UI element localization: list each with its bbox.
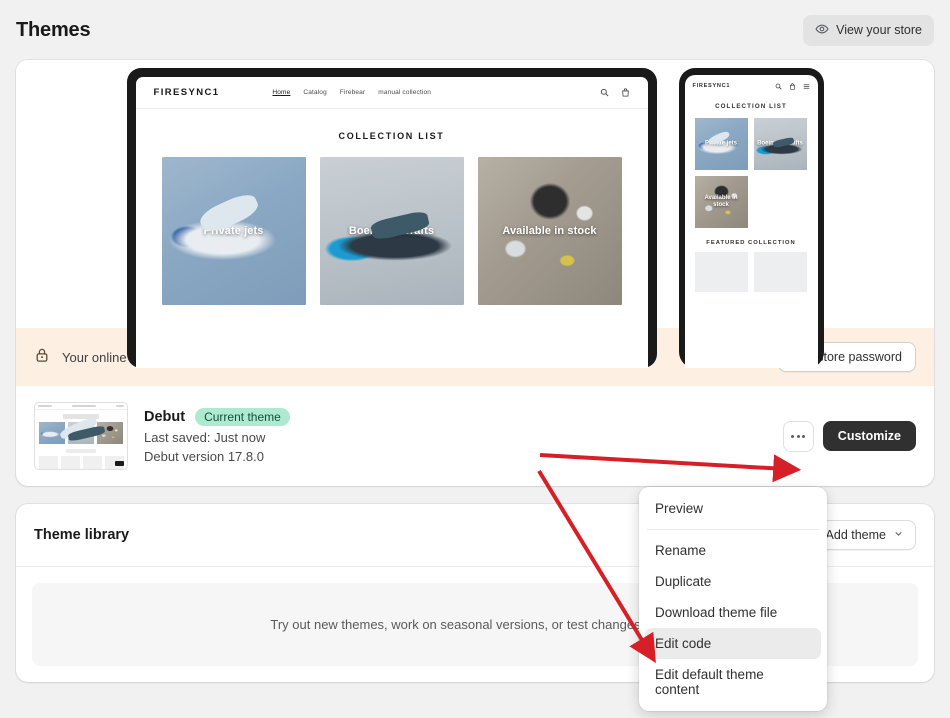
mobile-collection-list: Private jets Boeing aircrafts Available … — [685, 118, 818, 228]
mobile-collection-label: Boeing aircrafts — [757, 140, 803, 147]
mobile-collection-label: Private jets — [704, 140, 738, 147]
view-store-button[interactable]: View your store — [803, 14, 934, 46]
search-icon — [775, 77, 782, 95]
collection-label: Boeing aircrafts — [348, 225, 435, 237]
thumbnail-product-row — [35, 456, 127, 469]
customize-button[interactable]: Customize — [822, 421, 916, 451]
thumbnail-image — [39, 422, 65, 444]
mobile-product-placeholder — [694, 252, 748, 292]
mobile-preview-frame[interactable]: FIRESYNC1 COLLECTION LIST Private jets B… — [678, 68, 824, 368]
collection-card: Available in stock — [477, 157, 622, 305]
thumbnail-topbar — [35, 403, 127, 410]
mobile-preview-screen: FIRESYNC1 COLLECTION LIST Private jets B… — [684, 75, 818, 368]
thumbnail-collection-row — [35, 422, 127, 444]
storefront-logo: FIRESYNC1 — [153, 87, 220, 98]
nav-item-manual-collection: manual collection — [378, 89, 432, 96]
thumbnail-product — [38, 456, 58, 469]
menu-item-duplicate[interactable]: Duplicate — [645, 566, 821, 597]
page-header: Themes View your store — [0, 0, 950, 60]
menu-item-edit-code[interactable]: Edit code — [645, 628, 821, 659]
mobile-collection-card: Boeing aircrafts — [753, 118, 807, 170]
storefront-heading: COLLECTION LIST — [338, 131, 445, 141]
storefront-topbar: FIRESYNC1 Home Catalog Firebear manual c… — [135, 77, 648, 109]
theme-last-saved: Last saved: Just now — [144, 430, 266, 445]
collection-list: Private jets Boeing aircrafts Available … — [136, 157, 648, 305]
ellipsis-icon — [796, 434, 800, 438]
menu-divider — [647, 529, 819, 530]
search-icon — [600, 84, 609, 102]
eye-icon — [815, 22, 829, 39]
current-theme-row: Debut Current theme Last saved: Just now… — [16, 386, 934, 486]
storefront-nav: Home Catalog Firebear manual collection — [272, 89, 431, 96]
theme-actions: Customize — [782, 420, 916, 452]
collection-card: Boeing aircrafts — [319, 157, 464, 305]
storefront-icons — [600, 84, 630, 102]
theme-name-line: Debut Current theme — [144, 408, 290, 426]
ellipsis-icon — [802, 434, 806, 438]
collection-label: Private jets — [203, 225, 264, 237]
lock-icon — [34, 347, 50, 368]
theme-library-title: Theme library — [34, 527, 130, 543]
mobile-featured-products — [685, 252, 818, 292]
menu-item-preview[interactable]: Preview — [645, 493, 821, 524]
theme-actions-menu: Preview Rename Duplicate Download theme … — [639, 487, 827, 711]
chevron-down-icon — [893, 528, 904, 542]
collection-card: Private jets — [161, 157, 306, 305]
thumbnail-product — [60, 456, 80, 469]
current-theme-card: FIRESYNC1 Home Catalog Firebear manual c… — [16, 60, 934, 486]
mobile-collection-label: Available in stock — [704, 195, 738, 208]
desktop-preview-screen: FIRESYNC1 Home Catalog Firebear manual c… — [135, 77, 648, 368]
nav-item-firebear: Firebear — [339, 89, 366, 96]
mobile-storefront-logo: FIRESYNC1 — [692, 83, 731, 89]
add-theme-button[interactable]: Add theme — [813, 520, 916, 550]
nav-item-home: Home — [272, 89, 291, 96]
theme-info: Debut Current theme Last saved: Just now… — [144, 408, 290, 464]
thumbnail-product — [82, 456, 102, 469]
page-title: Themes — [16, 18, 91, 41]
mobile-featured-heading: FEATURED COLLECTION — [706, 240, 796, 246]
mobile-storefront-icons — [775, 77, 810, 95]
collection-label: Available in stock — [502, 225, 597, 237]
theme-preview-strip: FIRESYNC1 Home Catalog Firebear manual c… — [16, 60, 934, 368]
themes-page: Themes View your store FIRESYNC1 Home Ca… — [0, 0, 950, 718]
theme-version: Debut version 17.8.0 — [144, 449, 264, 464]
menu-item-rename[interactable]: Rename — [645, 535, 821, 566]
shopping-bag-icon — [621, 84, 630, 102]
mobile-collection-card: Available in stock — [694, 176, 748, 228]
thumbnail-badge — [115, 461, 124, 466]
ellipsis-icon — [791, 434, 795, 438]
add-theme-label: Add theme — [825, 528, 886, 542]
shopping-bag-icon — [789, 77, 796, 95]
mobile-storefront-heading: COLLECTION LIST — [715, 103, 787, 110]
mobile-storefront-topbar: FIRESYNC1 — [685, 75, 818, 97]
mobile-product-placeholder — [753, 252, 807, 292]
mobile-collection-card: Private jets — [694, 118, 748, 170]
thumbnail-subheading — [66, 449, 96, 453]
menu-item-edit-default-theme-content[interactable]: Edit default theme content — [645, 659, 821, 705]
theme-thumbnail — [34, 402, 128, 470]
more-actions-button[interactable] — [782, 420, 814, 452]
hamburger-menu-icon — [803, 77, 810, 95]
view-store-label: View your store — [836, 23, 922, 37]
menu-item-download-theme-file[interactable]: Download theme file — [645, 597, 821, 628]
theme-name: Debut — [144, 409, 186, 425]
status-badge: Current theme — [195, 408, 290, 426]
nav-item-catalog: Catalog — [303, 89, 327, 96]
desktop-preview-frame[interactable]: FIRESYNC1 Home Catalog Firebear manual c… — [126, 68, 657, 368]
